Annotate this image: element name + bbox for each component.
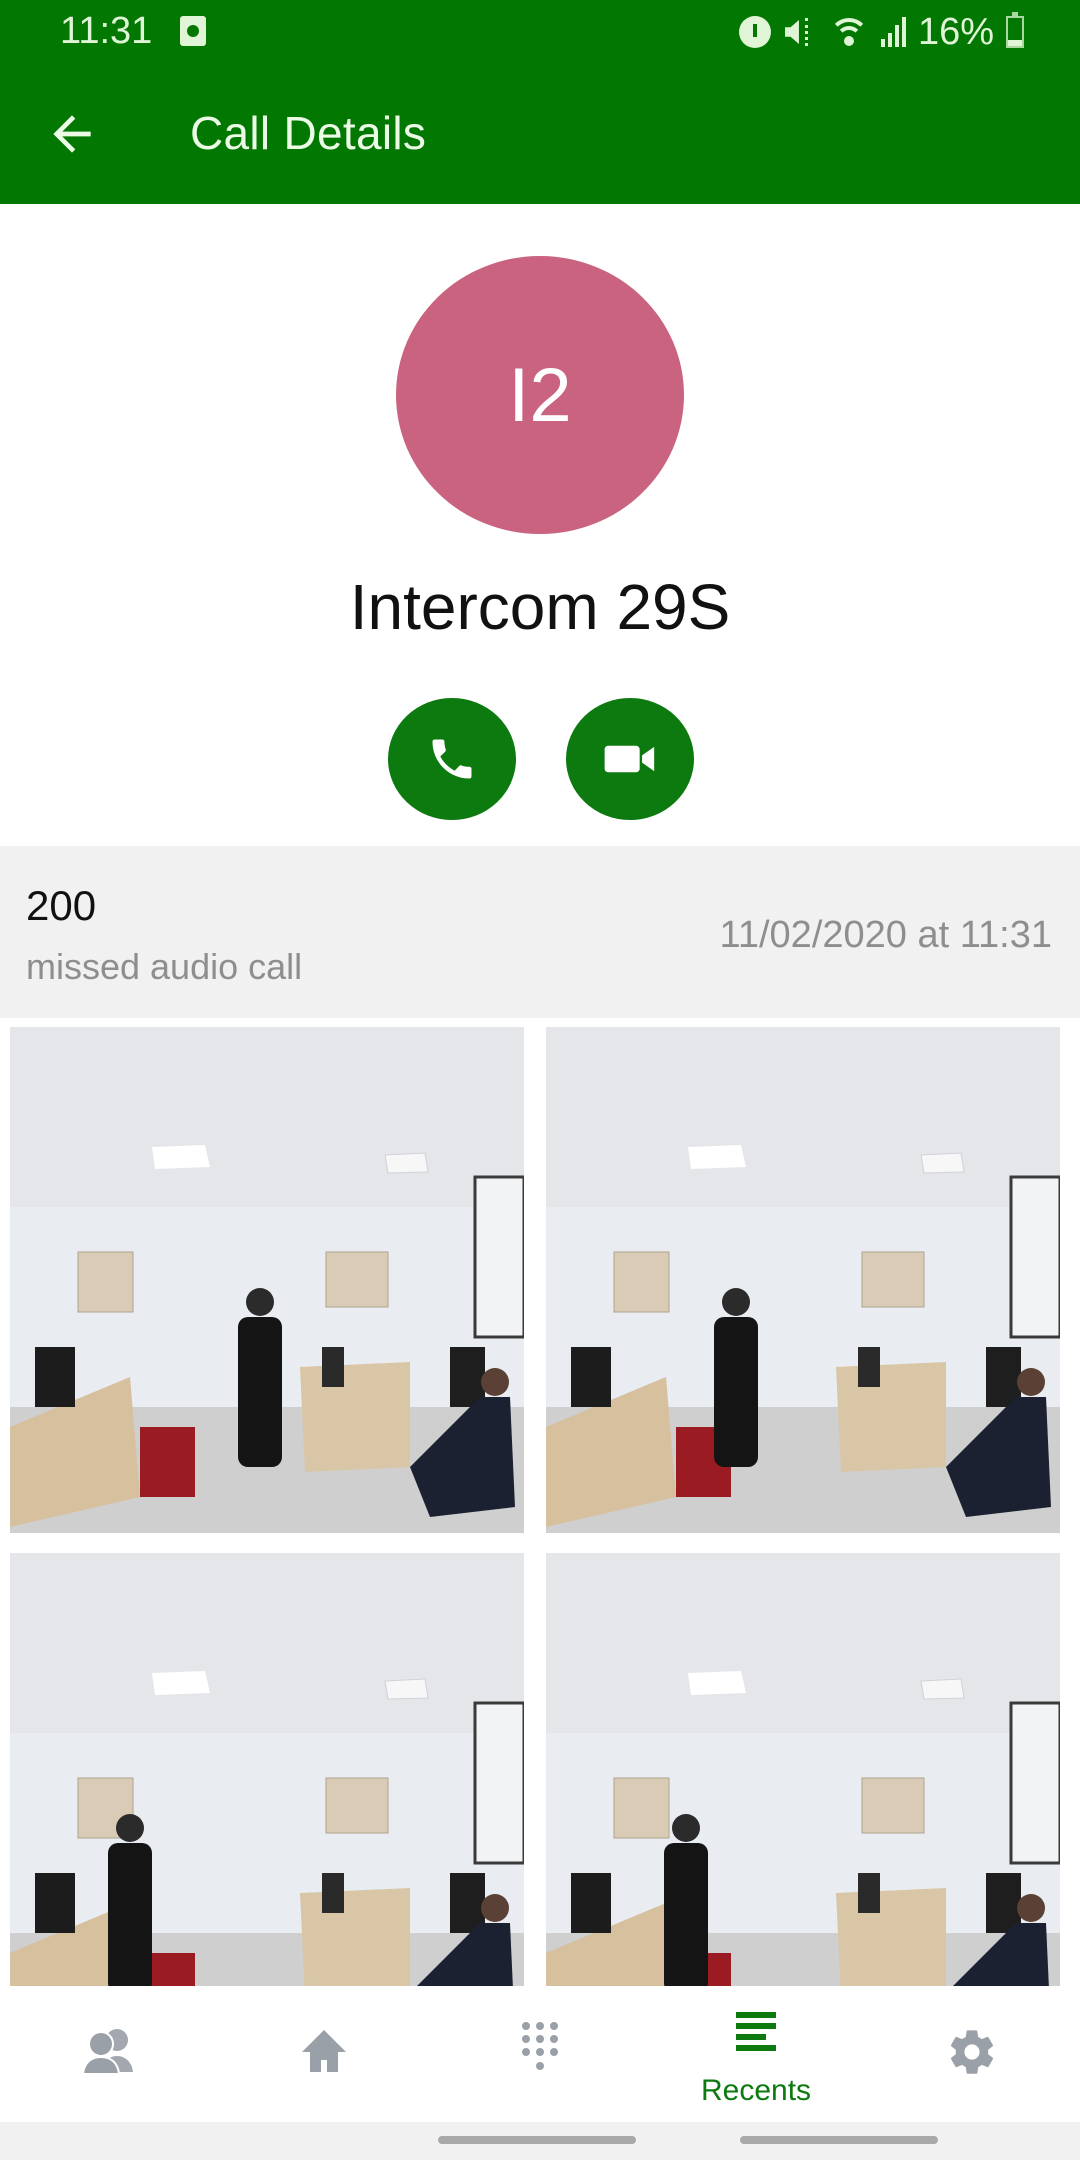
call-number: 200 bbox=[26, 882, 97, 929]
monitor bbox=[35, 1347, 75, 1407]
wall-cabinet bbox=[861, 1251, 925, 1308]
person-head bbox=[722, 1288, 750, 1316]
monitor bbox=[858, 1873, 880, 1913]
dialpad-icon bbox=[522, 2022, 558, 2070]
ceiling-light bbox=[688, 1671, 746, 1695]
ceiling-light bbox=[152, 1145, 210, 1169]
ceiling-light bbox=[152, 1671, 210, 1695]
ceiling bbox=[546, 1027, 1060, 1207]
office-scene bbox=[10, 1553, 524, 1986]
person-head bbox=[1017, 1368, 1045, 1396]
snapshot-image[interactable] bbox=[10, 1027, 524, 1533]
nav-recents[interactable]: Recents bbox=[648, 1986, 864, 2122]
monitor bbox=[571, 1347, 611, 1407]
audio-call-button[interactable] bbox=[388, 698, 516, 820]
snapshot-image[interactable] bbox=[546, 1553, 1060, 1986]
monitor bbox=[322, 1873, 344, 1913]
standing-person bbox=[714, 1317, 758, 1467]
monitor bbox=[571, 1873, 611, 1933]
avatar-initials: I2 bbox=[508, 352, 572, 438]
projector-screen bbox=[473, 1701, 524, 1865]
alarm-icon bbox=[738, 16, 771, 48]
wall-cabinet bbox=[613, 1777, 670, 1839]
arrow-left-icon bbox=[53, 115, 91, 153]
nav-contacts[interactable] bbox=[0, 1986, 216, 2122]
ceiling-vent bbox=[384, 1678, 429, 1700]
ceiling bbox=[10, 1553, 524, 1733]
nav-recents-label: Recents bbox=[700, 2074, 812, 2107]
monitor bbox=[322, 1347, 344, 1387]
nav-settings[interactable] bbox=[864, 1986, 1080, 2122]
wall-cabinet bbox=[861, 1777, 925, 1834]
phone-icon bbox=[432, 739, 472, 779]
status-bar: 11:31 16% bbox=[0, 0, 1080, 64]
ceiling bbox=[10, 1027, 524, 1207]
standing-person bbox=[108, 1843, 152, 1986]
nav-gesture-handle[interactable] bbox=[438, 2136, 636, 2144]
wifi-icon bbox=[828, 16, 869, 48]
ceiling-vent bbox=[920, 1152, 965, 1174]
ceiling bbox=[546, 1553, 1060, 1733]
projector-screen bbox=[1009, 1175, 1060, 1339]
projector-screen bbox=[1009, 1701, 1060, 1865]
call-type: missed audio call bbox=[26, 946, 303, 987]
contact-avatar: I2 bbox=[396, 256, 684, 534]
monitor bbox=[35, 1873, 75, 1933]
top-bar: 11:31 16% Call Details bbox=[0, 0, 1080, 204]
nav-dialpad[interactable] bbox=[432, 1986, 648, 2122]
app-bar: Call Details bbox=[0, 64, 1080, 204]
battery-percent: 16% bbox=[917, 10, 994, 53]
office-scene bbox=[546, 1553, 1060, 1986]
system-navigation-bar bbox=[0, 2122, 1080, 2160]
call-datetime: 11/02/2020 at 11:31 bbox=[719, 914, 1052, 956]
snapshot-image[interactable] bbox=[10, 1553, 524, 1986]
notification-icon bbox=[180, 16, 206, 46]
video-camera-icon bbox=[604, 745, 655, 773]
office-scene bbox=[10, 1027, 524, 1533]
snapshot-grid bbox=[0, 1018, 1080, 1986]
video-call-button[interactable] bbox=[566, 698, 694, 820]
person-head bbox=[481, 1894, 509, 1922]
page-title: Call Details bbox=[190, 107, 427, 159]
call-details-screen: 11:31 16% Call Details I2 Intercom 29S 2… bbox=[0, 0, 1080, 2160]
status-icons: 16% bbox=[738, 10, 1024, 54]
desk bbox=[836, 1888, 946, 1986]
gear-icon bbox=[950, 2030, 994, 2074]
person-head bbox=[116, 1814, 144, 1842]
ceiling-vent bbox=[384, 1152, 429, 1174]
contacts-icon bbox=[81, 2029, 133, 2075]
back-button[interactable] bbox=[44, 106, 100, 162]
nav-home[interactable] bbox=[216, 1986, 432, 2122]
person-head bbox=[672, 1814, 700, 1842]
contact-name: Intercom 29S bbox=[349, 571, 731, 643]
wall-cabinet bbox=[325, 1777, 389, 1834]
call-log-entry: 200 missed audio call 11/02/2020 at 11:3… bbox=[0, 846, 1080, 1018]
red-chair bbox=[140, 1427, 195, 1497]
person-head bbox=[246, 1288, 274, 1316]
desk bbox=[836, 1362, 946, 1472]
standing-person bbox=[238, 1317, 282, 1467]
desk bbox=[300, 1362, 410, 1472]
person-head bbox=[1017, 1894, 1045, 1922]
nav-gesture-handle[interactable] bbox=[740, 2136, 938, 2144]
home-icon bbox=[302, 2030, 346, 2072]
standing-person bbox=[664, 1843, 708, 1986]
projector-screen bbox=[473, 1175, 524, 1339]
recents-icon bbox=[736, 2012, 776, 2051]
desk bbox=[300, 1888, 410, 1986]
wall-cabinet bbox=[613, 1251, 670, 1313]
wall-cabinet bbox=[77, 1251, 134, 1313]
mute-icon bbox=[783, 16, 817, 48]
monitor bbox=[858, 1347, 880, 1387]
office-scene bbox=[546, 1027, 1060, 1533]
status-time: 11:31 bbox=[60, 10, 153, 52]
battery-icon bbox=[1006, 12, 1024, 48]
person-head bbox=[481, 1368, 509, 1396]
wall-cabinet bbox=[325, 1251, 389, 1308]
signal-icon bbox=[880, 17, 906, 47]
bottom-navigation: Recents bbox=[0, 1986, 1080, 2122]
snapshot-image[interactable] bbox=[546, 1027, 1060, 1533]
ceiling-vent bbox=[920, 1678, 965, 1700]
ceiling-light bbox=[688, 1145, 746, 1169]
